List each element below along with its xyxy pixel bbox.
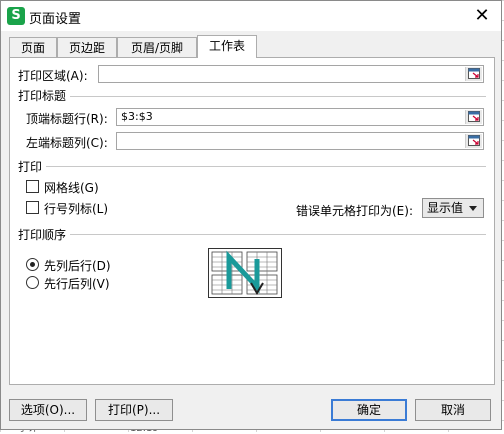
page-setup-dialog: S 页面设置 ✕ 页面 页边距 页眉/页脚 工作表 打印区域(A): 打印标题 … — [0, 0, 502, 430]
down-then-over-radio[interactable] — [26, 258, 39, 271]
options-button[interactable]: 选项(O)... — [9, 399, 87, 421]
range-select-icon[interactable] — [465, 134, 482, 148]
print-button[interactable]: 打印(P)... — [95, 399, 173, 421]
tab-header-footer[interactable]: 页眉/页脚 — [117, 37, 197, 57]
top-rows-value: $3:$3 — [121, 110, 153, 123]
over-then-down-label: 先行后列(V) — [44, 277, 110, 291]
gridlines-checkbox[interactable] — [26, 180, 39, 193]
left-cols-label: 左端标题列(C): — [26, 136, 108, 150]
left-cols-input[interactable] — [116, 132, 484, 150]
over-then-down-radio[interactable] — [26, 276, 39, 289]
wps-app-icon: S — [7, 7, 25, 25]
tab-sheet[interactable]: 工作表 — [197, 35, 257, 58]
chevron-down-icon — [469, 206, 477, 211]
print-group-label: 打印 — [18, 158, 47, 175]
top-rows-input[interactable]: $3:$3 — [116, 108, 484, 126]
row-col-headers-label: 行号列标(L) — [44, 202, 109, 216]
ok-button[interactable]: 确定 — [331, 399, 407, 421]
row-col-headers-checkbox[interactable] — [26, 201, 39, 214]
gridlines-label: 网格线(G) — [44, 181, 99, 195]
print-titles-group-label: 打印标题 — [18, 87, 71, 104]
error-cells-value: 显示值 — [427, 201, 464, 215]
print-order-group-label: 打印顺序 — [18, 226, 71, 243]
tab-margins[interactable]: 页边距 — [57, 37, 117, 57]
error-cells-label: 错误单元格打印为(E): — [296, 204, 413, 218]
cancel-button[interactable]: 取消 — [415, 399, 491, 421]
print-area-label: 打印区域(A): — [18, 69, 88, 83]
error-cells-select[interactable]: 显示值 — [422, 198, 484, 218]
print-divider — [18, 166, 486, 167]
sheet-tab-panel: 打印区域(A): 打印标题 顶端标题行(R): $3:$3 左端标题列(C): … — [9, 57, 495, 385]
title-bar: S 页面设置 ✕ — [1, 1, 501, 31]
range-select-icon[interactable] — [465, 67, 482, 81]
print-titles-divider — [18, 96, 486, 97]
print-area-input[interactable] — [98, 65, 484, 83]
print-order-divider — [18, 234, 486, 235]
close-icon[interactable]: ✕ — [471, 5, 493, 27]
print-order-preview-icon — [208, 248, 282, 298]
dialog-title: 页面设置 — [29, 12, 82, 27]
down-then-over-label: 先列后行(D) — [44, 259, 111, 273]
tab-page[interactable]: 页面 — [9, 37, 57, 57]
range-select-icon[interactable] — [465, 110, 482, 124]
top-rows-label: 顶端标题行(R): — [26, 112, 108, 126]
